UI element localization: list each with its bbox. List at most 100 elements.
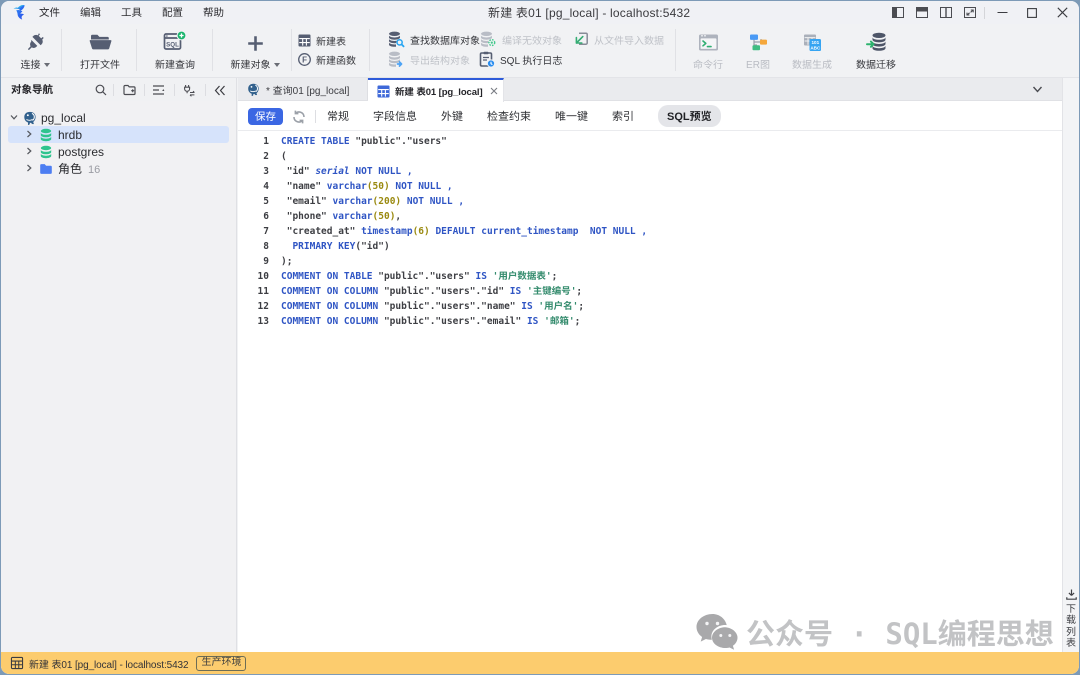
code-text: "phone" varchar(50), — [281, 209, 401, 224]
code-text: PRIMARY KEY("id") — [281, 239, 390, 254]
view-tab-check-constraints[interactable]: 检查约束 — [487, 108, 531, 124]
collapse-list-icon — [152, 84, 165, 96]
toolbar-divider — [369, 29, 370, 71]
view-tab-foreign-keys[interactable]: 外键 — [441, 108, 463, 124]
code-text: CREATE TABLE "public"."users" — [281, 134, 447, 149]
command-line-button[interactable]: 命令行 — [686, 30, 730, 71]
window-controls — [886, 1, 1077, 24]
close-icon — [490, 87, 498, 95]
title-bar: 文件 编辑 工具 配置 帮助 新建 表01 [pg_local] - local… — [1, 1, 1079, 24]
chevron-down-icon[interactable] — [9, 112, 19, 122]
layout-sidebar-toggle-button[interactable] — [886, 1, 910, 24]
data-migrate-button[interactable]: 数据迁移 — [846, 30, 906, 71]
chevron-right-icon[interactable] — [24, 129, 34, 139]
compile-invalid-button[interactable]: 编译无效对象 — [480, 31, 562, 48]
view-tab-general[interactable]: 常规 — [327, 108, 349, 124]
code-line: 12COMMENT ON COLUMN "public"."users"."na… — [238, 299, 1062, 314]
dropdown-caret-icon — [44, 63, 50, 67]
import-file-icon — [573, 31, 589, 47]
close-window-button[interactable] — [1047, 1, 1077, 24]
code-text: ( — [281, 149, 287, 164]
minimize-button[interactable] — [987, 1, 1017, 24]
table-icon — [298, 34, 311, 47]
close-tab-button[interactable] — [487, 84, 501, 98]
code-text: "name" varchar(50) NOT NULL , — [281, 179, 453, 194]
toolbar-divider — [212, 29, 213, 71]
tree-item-roles[interactable]: 角色16 — [1, 160, 236, 177]
data-generate-button[interactable]: 101 ABC 数据生成 — [782, 30, 842, 71]
new-query-button[interactable]: SQL 新建查询 — [148, 30, 202, 71]
tab-list-button[interactable] — [1031, 83, 1044, 101]
object-navigator-title: 对象导航 — [11, 78, 53, 101]
main-toolbar: 连接 打开文件 SQL — [1, 24, 1079, 78]
tab-query01[interactable]: * 查询01 [pg_local] — [238, 78, 368, 101]
save-button[interactable]: 保存 — [248, 108, 283, 125]
layout-expand-button[interactable] — [958, 1, 982, 24]
sql-editor[interactable]: 1CREATE TABLE "public"."users"2(3 "id" s… — [238, 131, 1062, 653]
tree-item-postgres[interactable]: postgres — [1, 143, 236, 160]
new-connection-button[interactable] — [122, 83, 136, 97]
find-db-object-button[interactable]: 查找数据库对象 — [388, 31, 480, 48]
chevron-right-icon[interactable] — [24, 146, 34, 156]
maximize-button[interactable] — [1017, 1, 1047, 24]
code-text: "email" varchar(200) NOT NULL , — [281, 194, 464, 209]
er-diagram-button[interactable]: ER图 — [739, 30, 777, 71]
plus-icon — [223, 30, 287, 52]
view-tab-fields[interactable]: 字段信息 — [373, 108, 417, 124]
download-list-label: 下载列表 — [1066, 604, 1077, 650]
new-table-button[interactable]: 新建表 — [298, 33, 346, 48]
line-number: 5 — [238, 194, 269, 209]
code-text: COMMENT ON COLUMN "public"."users"."emai… — [281, 314, 580, 329]
line-number: 9 — [238, 254, 269, 269]
download-side-panel[interactable]: 下载列表 — [1062, 78, 1079, 653]
status-bar: 新建 表01 [pg_local] - localhost:5432 生产环境 — [1, 652, 1079, 674]
table-icon — [11, 657, 23, 669]
tree-item-hrdb[interactable]: hrdb — [1, 126, 236, 143]
open-file-button[interactable]: 打开文件 — [71, 30, 129, 71]
view-tab-unique-keys[interactable]: 唯一键 — [555, 108, 588, 124]
menu-config[interactable]: 配置 — [162, 5, 183, 20]
tab-new-table01[interactable]: 新建 表01 [pg_local] — [368, 78, 504, 102]
collapse-panel-button[interactable] — [213, 83, 227, 97]
menu-edit[interactable]: 编辑 — [80, 5, 101, 20]
tree-item-pg-local[interactable]: pg_local — [1, 109, 236, 126]
nav-header-divider — [205, 84, 206, 96]
menu-bar: 文件 编辑 工具 配置 帮助 — [39, 1, 224, 24]
environment-badge: 生产环境 — [196, 656, 246, 671]
toolbar-divider — [136, 29, 137, 71]
connect-button[interactable]: 连接 — [9, 30, 61, 71]
designer-view-menu: 常规 字段信息 外键 检查约束 唯一键 索引 SQL预览 — [327, 101, 721, 131]
data-generate-icon: 101 ABC — [782, 30, 842, 52]
tree-item-count: 16 — [88, 164, 100, 176]
connection-switch-button[interactable] — [182, 83, 196, 97]
layout-bottom-toggle-button[interactable] — [910, 1, 934, 24]
app-window: 文件 编辑 工具 配置 帮助 新建 表01 [pg_local] - local… — [0, 0, 1080, 675]
database-export-icon — [388, 51, 405, 68]
menu-help[interactable]: 帮助 — [203, 5, 224, 20]
tree-item-label: 角色16 — [58, 160, 100, 177]
new-function-button[interactable]: F 新建函数 — [298, 52, 356, 67]
folder-icon — [39, 162, 53, 176]
chevron-right-icon[interactable] — [24, 163, 34, 173]
window-controls-divider — [984, 7, 985, 19]
line-number: 6 — [238, 209, 269, 224]
menu-file[interactable]: 文件 — [39, 5, 60, 20]
er-diagram-icon — [739, 30, 777, 52]
export-structure-button[interactable]: 导出结构对象 — [388, 51, 470, 68]
collapse-all-button[interactable] — [151, 83, 165, 97]
tree-item-label: postgres — [58, 145, 104, 159]
import-from-file-button[interactable]: 从文件导入数据 — [573, 31, 664, 47]
view-tab-indexes[interactable]: 索引 — [612, 108, 634, 124]
svg-text:SQL: SQL — [166, 41, 179, 48]
line-number: 13 — [238, 314, 269, 329]
code-text: "created_at" timestamp(6) DEFAULT curren… — [281, 224, 647, 239]
sql-log-button[interactable]: SQL 执行日志 — [479, 51, 562, 68]
menu-tools[interactable]: 工具 — [121, 5, 142, 20]
code-line: 6 "phone" varchar(50), — [238, 209, 1062, 224]
search-button[interactable] — [94, 83, 108, 97]
new-object-button[interactable]: 新建对象 — [223, 30, 287, 71]
code-line: 7 "created_at" timestamp(6) DEFAULT curr… — [238, 224, 1062, 239]
view-tab-sql-preview[interactable]: SQL预览 — [658, 105, 721, 127]
refresh-button[interactable] — [291, 109, 307, 125]
layout-split-toggle-button[interactable] — [934, 1, 958, 24]
